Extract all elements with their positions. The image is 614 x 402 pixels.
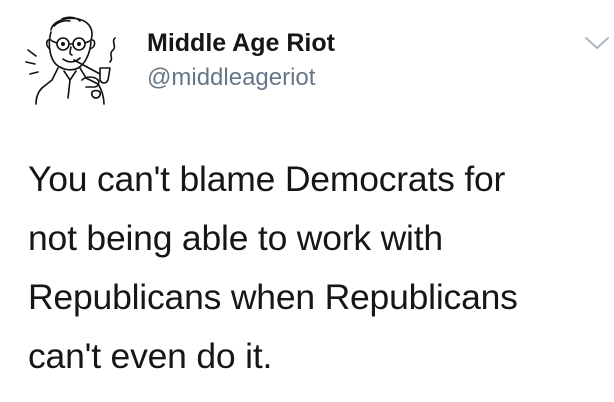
author-display-name[interactable]: Middle Age Riot [147, 28, 335, 58]
tweet-text: You can't blame Democrats for not being … [28, 150, 598, 386]
tweet-text-line: can't even do it. [28, 336, 273, 376]
chevron-down-icon[interactable] [584, 34, 610, 52]
tweet-text-line: not being able to work with [28, 218, 443, 258]
author-handle[interactable]: @middleageriot [147, 63, 315, 93]
tweet-text-line: Republicans when Republicans [28, 277, 518, 317]
tweet-text-line: You can't blame Democrats for [28, 159, 506, 199]
tweet-card: Middle Age Riot @middleageriot You can't… [0, 0, 614, 402]
cartoon-man-with-pipe-avatar-icon[interactable] [18, 10, 130, 106]
